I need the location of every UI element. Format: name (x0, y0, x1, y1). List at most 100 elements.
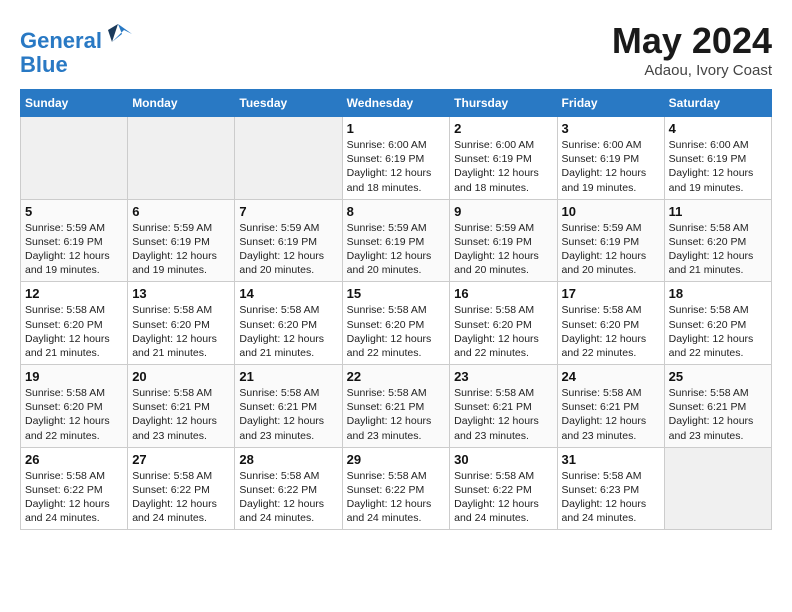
day-number: 29 (347, 452, 446, 467)
weekday-header: Thursday (450, 90, 557, 117)
calendar-day-cell: 3 Sunrise: 6:00 AMSunset: 6:19 PMDaylight… (557, 117, 664, 200)
day-info: Sunrise: 5:58 AMSunset: 6:20 PMDaylight:… (669, 303, 767, 360)
calendar-day-cell: 5 Sunrise: 5:59 AMSunset: 6:19 PMDaylight… (21, 199, 128, 282)
day-number: 10 (562, 204, 660, 219)
day-number: 15 (347, 286, 446, 301)
day-info: Sunrise: 5:58 AMSunset: 6:21 PMDaylight:… (239, 386, 337, 443)
calendar-day-cell: 26Sunrise: 5:58 AMSunset: 6:22 PMDayligh… (21, 447, 128, 530)
day-number: 16 (454, 286, 552, 301)
calendar-day-cell: 8Sunrise: 5:59 AMSunset: 6:19 PMDaylight… (342, 199, 450, 282)
day-number: 3 (562, 121, 660, 136)
weekday-header: Friday (557, 90, 664, 117)
day-number: 31 (562, 452, 660, 467)
day-number: 14 (239, 286, 337, 301)
day-info: Sunrise: 5:59 AMSunset: 6:19 PMDaylight:… (25, 221, 123, 278)
calendar-day-cell: 15 Sunrise: 5:58 AMSunset: 6:20 PMDayligh… (342, 282, 450, 365)
day-info: Sunrise: 5:58 AMSunset: 6:20 PMDaylight:… (669, 221, 767, 278)
day-number: 11 (669, 204, 767, 219)
calendar-week-row: 12 Sunrise: 5:58 AMSunset: 6:20 PMDayligh… (21, 282, 772, 365)
calendar-location: Adaou, Ivory Coast (612, 62, 772, 79)
day-info: Sunrise: 5:58 AMSunset: 6:21 PMDaylight:… (347, 386, 446, 443)
day-number: 27 (132, 452, 230, 467)
calendar-day-cell: 6Sunrise: 5:59 AMSunset: 6:19 PMDaylight… (128, 199, 235, 282)
day-number: 19 (25, 369, 123, 384)
calendar-day-cell: 18 Sunrise: 5:58 AMSunset: 6:20 PMDayligh… (664, 282, 771, 365)
day-info: Sunrise: 5:58 AMSunset: 6:21 PMDaylight:… (454, 386, 552, 443)
calendar-day-cell: 10Sunrise: 5:59 AMSunset: 6:19 PMDayligh… (557, 199, 664, 282)
day-info: Sunrise: 5:58 AMSunset: 6:20 PMDaylight:… (562, 303, 660, 360)
day-info: Sunrise: 5:58 AMSunset: 6:22 PMDaylight:… (454, 469, 552, 526)
calendar-day-cell: 7 Sunrise: 5:59 AMSunset: 6:19 PMDaylight… (235, 199, 342, 282)
calendar-day-cell: 9Sunrise: 5:59 AMSunset: 6:19 PMDaylight… (450, 199, 557, 282)
day-number: 28 (239, 452, 337, 467)
day-info: Sunrise: 5:59 AMSunset: 6:19 PMDaylight:… (239, 221, 337, 278)
day-info: Sunrise: 6:00 AMSunset: 6:19 PMDaylight:… (347, 138, 446, 195)
calendar-table: SundayMondayTuesdayWednesdayThursdayFrid… (20, 89, 772, 530)
calendar-day-cell: 12 Sunrise: 5:58 AMSunset: 6:20 PMDayligh… (21, 282, 128, 365)
calendar-day-cell (235, 117, 342, 200)
calendar-day-cell: 25Sunrise: 5:58 AMSunset: 6:21 PMDayligh… (664, 365, 771, 448)
day-info: Sunrise: 6:00 AMSunset: 6:19 PMDaylight:… (562, 138, 660, 195)
day-number: 2 (454, 121, 552, 136)
day-number: 1 (347, 121, 446, 136)
calendar-day-cell (128, 117, 235, 200)
logo-bird-icon (104, 20, 132, 48)
title-block: May 2024 Adaou, Ivory Coast (612, 20, 772, 79)
day-number: 4 (669, 121, 767, 136)
weekday-header: Saturday (664, 90, 771, 117)
day-info: Sunrise: 5:58 AMSunset: 6:23 PMDaylight:… (562, 469, 660, 526)
calendar-day-cell: 19 Sunrise: 5:58 AMSunset: 6:20 PMDayligh… (21, 365, 128, 448)
day-info: Sunrise: 5:58 AMSunset: 6:22 PMDaylight:… (132, 469, 230, 526)
day-number: 22 (347, 369, 446, 384)
day-number: 23 (454, 369, 552, 384)
day-number: 12 (25, 286, 123, 301)
calendar-week-row: 5 Sunrise: 5:59 AMSunset: 6:19 PMDaylight… (21, 199, 772, 282)
day-info: Sunrise: 5:58 AMSunset: 6:20 PMDaylight:… (25, 303, 123, 360)
day-number: 6 (132, 204, 230, 219)
day-number: 21 (239, 369, 337, 384)
calendar-day-cell: 24Sunrise: 5:58 AMSunset: 6:21 PMDayligh… (557, 365, 664, 448)
day-number: 5 (25, 204, 123, 219)
calendar-day-cell: 4 Sunrise: 6:00 AMSunset: 6:19 PMDaylight… (664, 117, 771, 200)
day-info: Sunrise: 6:00 AMSunset: 6:19 PMDaylight:… (454, 138, 552, 195)
page-header: GeneralBlue May 2024 Adaou, Ivory Coast (20, 20, 772, 79)
day-info: Sunrise: 5:58 AMSunset: 6:20 PMDaylight:… (347, 303, 446, 360)
day-info: Sunrise: 5:58 AMSunset: 6:20 PMDaylight:… (25, 386, 123, 443)
calendar-week-row: 19 Sunrise: 5:58 AMSunset: 6:20 PMDayligh… (21, 365, 772, 448)
calendar-title: May 2024 (612, 20, 772, 62)
calendar-day-cell: 2 Sunrise: 6:00 AMSunset: 6:19 PMDaylight… (450, 117, 557, 200)
calendar-day-cell: 23 Sunrise: 5:58 AMSunset: 6:21 PMDayligh… (450, 365, 557, 448)
day-number: 30 (454, 452, 552, 467)
calendar-day-cell: 21 Sunrise: 5:58 AMSunset: 6:21 PMDayligh… (235, 365, 342, 448)
calendar-day-cell: 22 Sunrise: 5:58 AMSunset: 6:21 PMDayligh… (342, 365, 450, 448)
day-number: 18 (669, 286, 767, 301)
calendar-day-cell (21, 117, 128, 200)
calendar-day-cell: 16 Sunrise: 5:58 AMSunset: 6:20 PMDayligh… (450, 282, 557, 365)
day-number: 25 (669, 369, 767, 384)
day-info: Sunrise: 5:58 AMSunset: 6:20 PMDaylight:… (132, 303, 230, 360)
day-info: Sunrise: 5:58 AMSunset: 6:20 PMDaylight:… (239, 303, 337, 360)
calendar-day-cell: 31 Sunrise: 5:58 AMSunset: 6:23 PMDayligh… (557, 447, 664, 530)
day-number: 26 (25, 452, 123, 467)
weekday-header: Tuesday (235, 90, 342, 117)
day-info: Sunrise: 5:58 AMSunset: 6:21 PMDaylight:… (562, 386, 660, 443)
calendar-day-cell: 11 Sunrise: 5:58 AMSunset: 6:20 PMDayligh… (664, 199, 771, 282)
day-info: Sunrise: 5:58 AMSunset: 6:20 PMDaylight:… (454, 303, 552, 360)
calendar-week-row: 26 Sunrise: 5:58 AMSunset: 6:22 PMDayligh… (21, 447, 772, 530)
day-info: Sunrise: 5:59 AMSunset: 6:19 PMDaylight:… (347, 221, 446, 278)
calendar-day-cell: 30 Sunrise: 5:58 AMSunset: 6:22 PMDayligh… (450, 447, 557, 530)
weekday-header: Sunday (21, 90, 128, 117)
logo: GeneralBlue (20, 20, 132, 77)
day-info: Sunrise: 5:58 AMSunset: 6:22 PMDaylight:… (347, 469, 446, 526)
day-number: 7 (239, 204, 337, 219)
calendar-week-row: 1 Sunrise: 6:00 AMSunset: 6:19 PMDaylight… (21, 117, 772, 200)
weekday-header: Monday (128, 90, 235, 117)
calendar-day-cell: 13Sunrise: 5:58 AMSunset: 6:20 PMDayligh… (128, 282, 235, 365)
day-info: Sunrise: 5:59 AMSunset: 6:19 PMDaylight:… (454, 221, 552, 278)
day-info: Sunrise: 6:00 AMSunset: 6:19 PMDaylight:… (669, 138, 767, 195)
calendar-day-cell: 29 Sunrise: 5:58 AMSunset: 6:22 PMDayligh… (342, 447, 450, 530)
calendar-day-cell: 17Sunrise: 5:58 AMSunset: 6:20 PMDayligh… (557, 282, 664, 365)
day-number: 20 (132, 369, 230, 384)
calendar-day-cell (664, 447, 771, 530)
calendar-day-cell: 14 Sunrise: 5:58 AMSunset: 6:20 PMDayligh… (235, 282, 342, 365)
